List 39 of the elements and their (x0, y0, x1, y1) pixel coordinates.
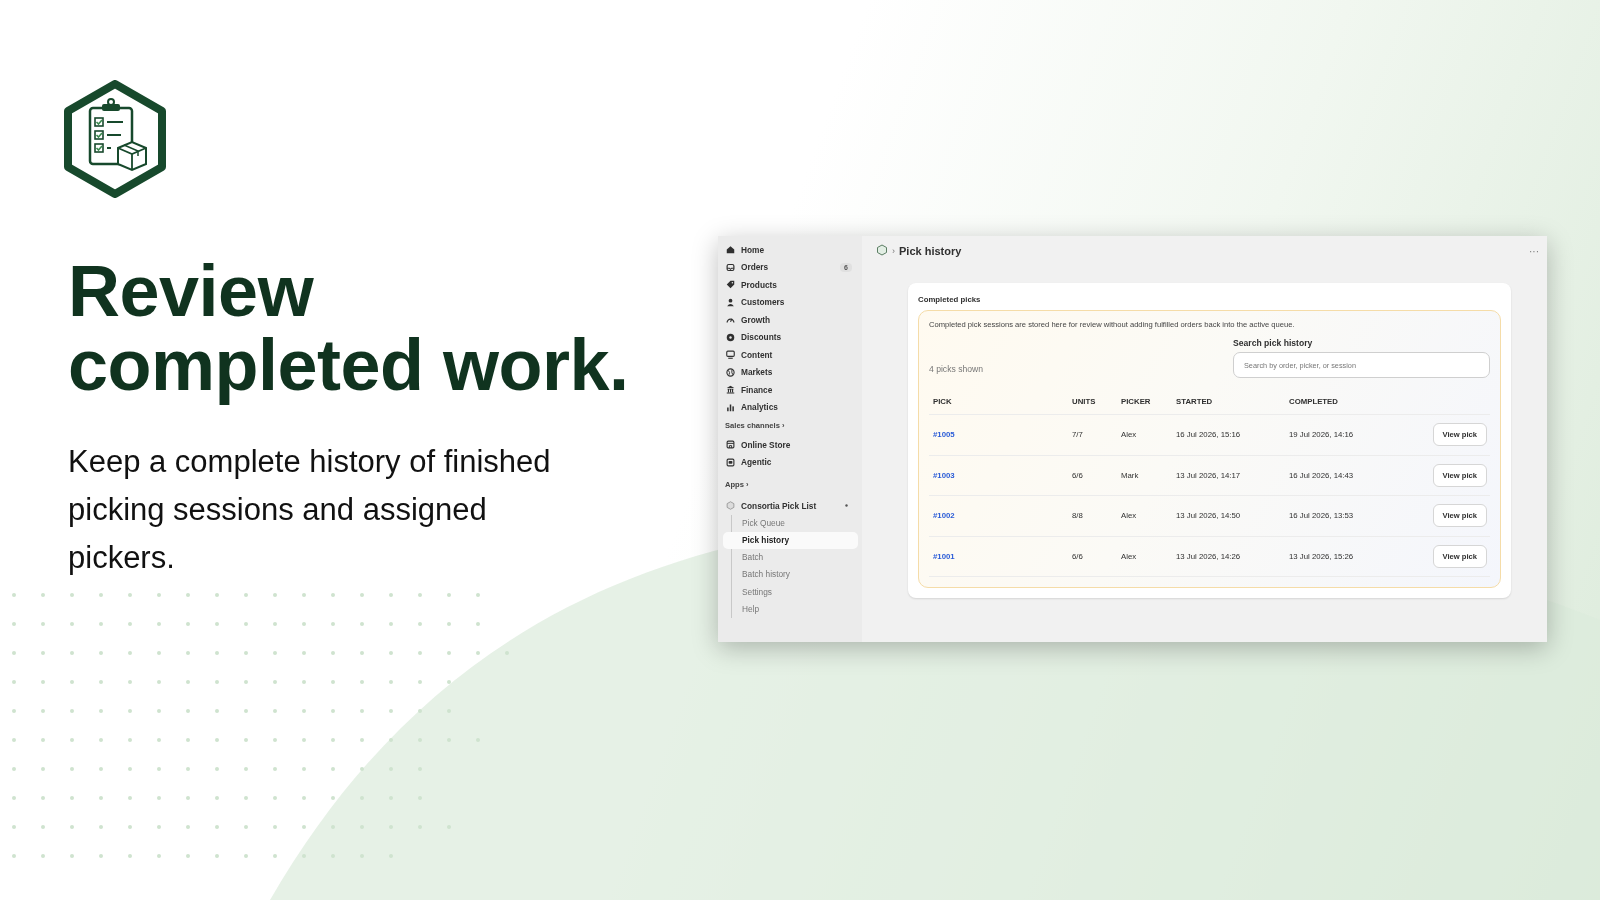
bar-chart-icon (726, 402, 735, 412)
nav-item[interactable]: Content (724, 346, 858, 364)
home-icon (726, 245, 735, 255)
nav-subitem[interactable]: Pick Queue (723, 514, 858, 532)
inbox-icon (726, 262, 735, 272)
pin-dot-icon (845, 504, 848, 508)
nav-item[interactable]: Products (724, 276, 858, 294)
app-cube-icon (876, 244, 888, 256)
robot-icon (726, 457, 735, 467)
nav-item[interactable]: Finance (724, 381, 858, 399)
tag-icon (726, 280, 735, 290)
nav-item[interactable]: Consortia Pick List (724, 497, 858, 515)
nav-item[interactable]: Customers (724, 293, 858, 311)
breadcrumb-separator: › (892, 246, 895, 256)
nav-subitem[interactable]: Help (723, 601, 858, 619)
nav-subitem[interactable]: Batch (723, 549, 858, 567)
nav-item[interactable]: Growth (724, 311, 858, 329)
gear-icon (726, 332, 735, 342)
store-icon (726, 440, 735, 450)
nav-item[interactable]: Agentic (724, 453, 858, 471)
gauge-icon (726, 315, 735, 325)
person-icon (726, 297, 735, 307)
subtext: Keep a complete history of finished picking sessions and assigned pickers. (68, 443, 552, 577)
nav-item[interactable]: Markets (724, 363, 858, 381)
result-count: 4 picks shown (929, 364, 983, 374)
bank-icon (726, 385, 735, 395)
globe-icon (726, 367, 735, 377)
nav-item[interactable]: Analytics (724, 398, 858, 416)
nav-item[interactable]: Home (724, 241, 858, 259)
nav-subitem[interactable]: Settings (723, 583, 858, 601)
nav-item[interactable]: Online Store (724, 436, 858, 454)
more-menu[interactable]: ··· (1529, 245, 1539, 257)
page-title: Pick history (899, 245, 962, 257)
nav-subitem[interactable]: Pick history (723, 531, 858, 550)
search-label: Search pick history (1233, 338, 1314, 348)
nav-item[interactable]: Discounts (724, 328, 858, 346)
nav-subitem[interactable]: Batch history (723, 566, 858, 584)
monitor-icon (726, 350, 735, 360)
app-cube-icon (726, 501, 735, 511)
